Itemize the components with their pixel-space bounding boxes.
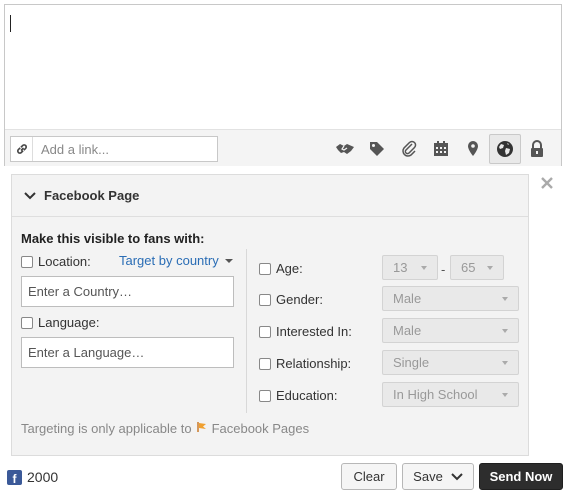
chevron-down-icon: [487, 266, 493, 270]
gender-select[interactable]: Male: [382, 286, 519, 311]
chevron-down-icon: [502, 297, 508, 301]
relationship-label: Relationship:: [276, 356, 352, 371]
clear-button[interactable]: Clear: [341, 463, 397, 490]
interested-in-select[interactable]: Male: [382, 318, 519, 343]
interested-in-value: Male: [393, 323, 422, 338]
facebook-fan-count: f 2000: [7, 469, 58, 485]
chevron-down-icon: [451, 472, 463, 480]
close-icon[interactable]: [540, 176, 556, 192]
composer-tools: [329, 134, 553, 164]
age-checkbox[interactable]: [259, 262, 271, 275]
send-now-button[interactable]: Send Now: [479, 463, 563, 490]
targeting-note-text: Targeting is only applicable to: [21, 421, 192, 436]
panel-header[interactable]: Facebook Page: [12, 175, 528, 217]
language-label: Language:: [38, 315, 100, 330]
chevron-down-icon: [502, 329, 508, 333]
target-by-label: Target by country: [119, 253, 219, 268]
handshake-icon[interactable]: [329, 134, 361, 164]
location-checkbox[interactable]: [21, 255, 33, 268]
relationship-value: Single: [393, 355, 430, 370]
language-input[interactable]: [22, 338, 233, 367]
relationship-checkbox[interactable]: [259, 357, 271, 370]
age-max-select[interactable]: 65: [450, 255, 504, 280]
flag-icon: [196, 421, 208, 436]
chevron-down-icon: [421, 266, 427, 270]
interested-in-checkbox[interactable]: [259, 325, 271, 338]
caret-down-icon: [224, 258, 233, 263]
target-by-dropdown[interactable]: Target by country: [119, 253, 233, 268]
language-option[interactable]: Language:: [21, 315, 99, 330]
relationship-select[interactable]: Single: [382, 350, 519, 375]
link-icon: [11, 137, 33, 161]
chevron-down-icon: [502, 393, 508, 397]
add-link-input[interactable]: [33, 138, 217, 160]
education-option[interactable]: Education:: [259, 388, 337, 403]
add-link-field[interactable]: [10, 136, 218, 162]
paperclip-icon[interactable]: [393, 134, 425, 164]
country-input[interactable]: [22, 277, 233, 306]
education-label: Education:: [276, 388, 338, 403]
gender-value: Male: [393, 291, 422, 306]
message-composer[interactable]: [4, 4, 562, 166]
interested-in-option[interactable]: Interested In:: [259, 324, 352, 339]
language-field[interactable]: [21, 337, 234, 368]
age-min-select[interactable]: 13: [382, 255, 438, 280]
gender-label: Gender:: [276, 292, 323, 307]
text-cursor: [10, 15, 11, 32]
facebook-targeting-panel: Facebook Page Make this visible to fans …: [11, 174, 529, 456]
gender-checkbox[interactable]: [259, 293, 271, 306]
age-min-value: 13: [393, 260, 408, 275]
panel-title: Facebook Page: [44, 188, 140, 203]
fan-count-value: 2000: [27, 469, 59, 485]
gender-option[interactable]: Gender:: [259, 292, 323, 307]
location-pin-icon[interactable]: [457, 134, 489, 164]
relationship-option[interactable]: Relationship:: [259, 356, 351, 371]
targeting-note: Targeting is only applicable to Facebook…: [21, 421, 309, 436]
interested-in-label: Interested In:: [276, 324, 352, 339]
tag-icon[interactable]: [361, 134, 393, 164]
age-option[interactable]: Age:: [259, 261, 303, 276]
chevron-down-icon: [502, 361, 508, 365]
location-label: Location:: [38, 254, 91, 269]
facebook-icon: f: [7, 469, 22, 485]
calendar-icon[interactable]: [425, 134, 457, 164]
facebook-pages-text: Facebook Pages: [211, 421, 310, 436]
section-title: Make this visible to fans with:: [21, 231, 205, 246]
save-label: Save: [413, 469, 443, 484]
lock-icon[interactable]: [521, 134, 553, 164]
education-checkbox[interactable]: [259, 389, 271, 402]
age-label: Age:: [276, 261, 303, 276]
composer-toolbar: [5, 129, 561, 166]
save-button[interactable]: Save: [402, 463, 474, 490]
column-divider: [246, 249, 247, 413]
age-max-value: 65: [461, 260, 476, 275]
chevron-down-icon[interactable]: [24, 188, 36, 203]
education-select[interactable]: In High School: [382, 382, 519, 407]
education-value: In High School: [393, 387, 478, 402]
location-option[interactable]: Location:: [21, 254, 91, 269]
language-checkbox[interactable]: [21, 316, 33, 329]
globe-icon[interactable]: [489, 134, 521, 164]
country-field[interactable]: [21, 276, 234, 307]
age-separator: -: [441, 262, 446, 277]
